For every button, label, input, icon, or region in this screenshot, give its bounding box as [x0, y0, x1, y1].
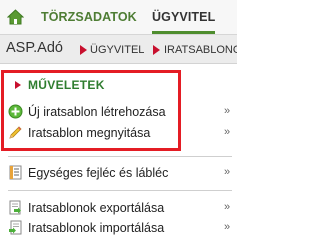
- pencil-icon: [8, 125, 23, 140]
- breadcrumb-app-name[interactable]: ASP.Adó: [6, 40, 63, 56]
- chevron-right-icon: »: [224, 221, 231, 233]
- divider: [8, 156, 232, 157]
- operations-menu: MŰVELETEK Új iratsablon létrehozása » Ir…: [0, 64, 237, 241]
- breadcrumb-separator-icon: [80, 45, 87, 55]
- document-list-icon: [8, 165, 23, 180]
- divider: [8, 190, 232, 191]
- menu-item-label: Iratsablon megnyitása: [28, 126, 151, 140]
- breadcrumb-item-ugyvitel[interactable]: ÜGYVITEL: [90, 44, 144, 56]
- menu-item-label: Új iratsablon létrehozása: [28, 105, 166, 119]
- home-icon[interactable]: [6, 9, 25, 25]
- menu-item-label: Iratsablonok exportálása: [28, 201, 165, 215]
- breadcrumb-separator-icon: [153, 45, 160, 55]
- chevron-right-icon: »: [224, 105, 231, 117]
- add-icon: [8, 104, 23, 119]
- chevron-right-icon: »: [224, 126, 231, 138]
- tab-torzsadatok[interactable]: TÖRZSADATOK: [41, 0, 137, 34]
- top-navigation-bar: TÖRZSADATOK ÜGYVITEL: [0, 0, 237, 35]
- menu-item-label: Iratsablonok importálása: [28, 221, 165, 235]
- tab-ugyvitel[interactable]: ÜGYVITEL: [152, 0, 216, 34]
- menu-item-export-templates[interactable]: Iratsablonok exportálása »: [0, 198, 237, 218]
- chevron-right-icon: »: [224, 201, 231, 213]
- breadcrumb-item-iratsablonok[interactable]: IRATSABLONOK: [164, 44, 237, 56]
- chevron-right-icon: »: [224, 166, 231, 178]
- menu-item-label: Egységes fejléc és lábléc: [28, 166, 169, 180]
- section-title-muveletek[interactable]: MŰVELETEK: [28, 78, 105, 92]
- menu-item-header-footer[interactable]: Egységes fejléc és lábléc »: [0, 163, 237, 183]
- menu-item-new-template[interactable]: Új iratsablon létrehozása »: [0, 102, 237, 122]
- document-export-icon: [8, 200, 23, 215]
- menu-item-open-template[interactable]: Iratsablon megnyitása »: [0, 123, 237, 143]
- document-import-icon: [8, 220, 23, 235]
- menu-item-import-templates[interactable]: Iratsablonok importálása »: [0, 218, 237, 238]
- section-expand-arrow-icon[interactable]: [15, 81, 21, 89]
- breadcrumb: ASP.Adó ÜGYVITEL IRATSABLONOK: [0, 35, 237, 64]
